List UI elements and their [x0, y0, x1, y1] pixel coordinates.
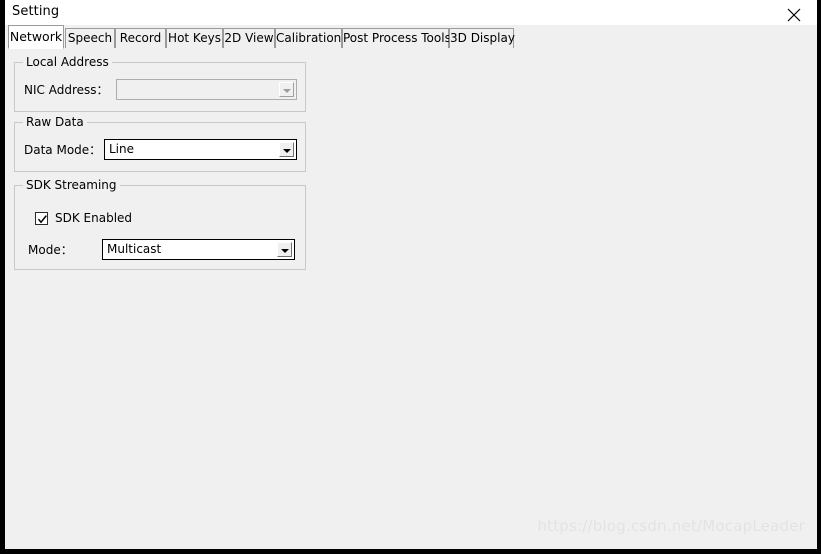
chevron-down-icon	[281, 249, 289, 253]
group-local-address: Local Address NIC Address：	[14, 55, 306, 112]
chevron-down-icon	[283, 89, 291, 93]
close-button[interactable]	[771, 0, 817, 25]
group-raw-data: Raw Data Data Mode： Line	[14, 115, 306, 172]
tab-hot-keys[interactable]: Hot Keys	[166, 28, 223, 48]
tab-speech[interactable]: Speech	[65, 28, 115, 48]
tab-3d-display[interactable]: 3D Display	[449, 28, 515, 48]
tab-calibration[interactable]: Calibration	[275, 28, 342, 48]
tab-bar: Network Speech Record Hot Keys 2D View C…	[5, 25, 817, 49]
nic-address-combobox[interactable]	[116, 79, 297, 100]
group-local-address-title: Local Address	[23, 55, 112, 70]
tab-post-process-tools[interactable]: Post Process Tools	[342, 28, 451, 48]
sdk-enabled-label: SDK Enabled	[55, 211, 133, 225]
window-border-right	[817, 0, 821, 554]
nic-address-dropdown-button[interactable]	[279, 82, 294, 97]
sdk-mode-label: Mode：	[28, 243, 73, 257]
setting-dialog: Setting Network Speech Record Hot Keys 2…	[0, 0, 821, 554]
tab-2d-view[interactable]: 2D View	[223, 28, 275, 48]
group-raw-data-title: Raw Data	[23, 115, 87, 130]
group-sdk-streaming-title: SDK Streaming	[23, 178, 120, 193]
network-tab-page: Local Address NIC Address： Raw Data Data…	[5, 48, 817, 549]
data-mode-combobox[interactable]: Line	[104, 139, 297, 160]
sdk-mode-value: Multicast	[107, 242, 162, 256]
title-bar: Setting	[5, 0, 817, 25]
data-mode-dropdown-button[interactable]	[279, 142, 294, 157]
data-mode-value: Line	[109, 142, 135, 156]
chevron-down-icon	[283, 149, 291, 153]
watermark-text: https://blog.csdn.net/MocapLeader	[537, 517, 805, 535]
sdk-mode-dropdown-button[interactable]	[277, 242, 292, 257]
group-sdk-streaming: SDK Streaming SDK Enabled Mode： Multicas…	[14, 178, 306, 270]
tab-record[interactable]: Record	[115, 28, 166, 48]
window-title: Setting	[12, 4, 60, 19]
nic-address-label: NIC Address：	[24, 83, 109, 97]
sdk-enabled-checkbox-box[interactable]	[35, 212, 48, 225]
window-border-bottom	[0, 549, 821, 554]
data-mode-label: Data Mode：	[24, 143, 102, 157]
tab-network[interactable]: Network	[8, 25, 64, 49]
sdk-mode-combobox[interactable]: Multicast	[102, 239, 295, 260]
